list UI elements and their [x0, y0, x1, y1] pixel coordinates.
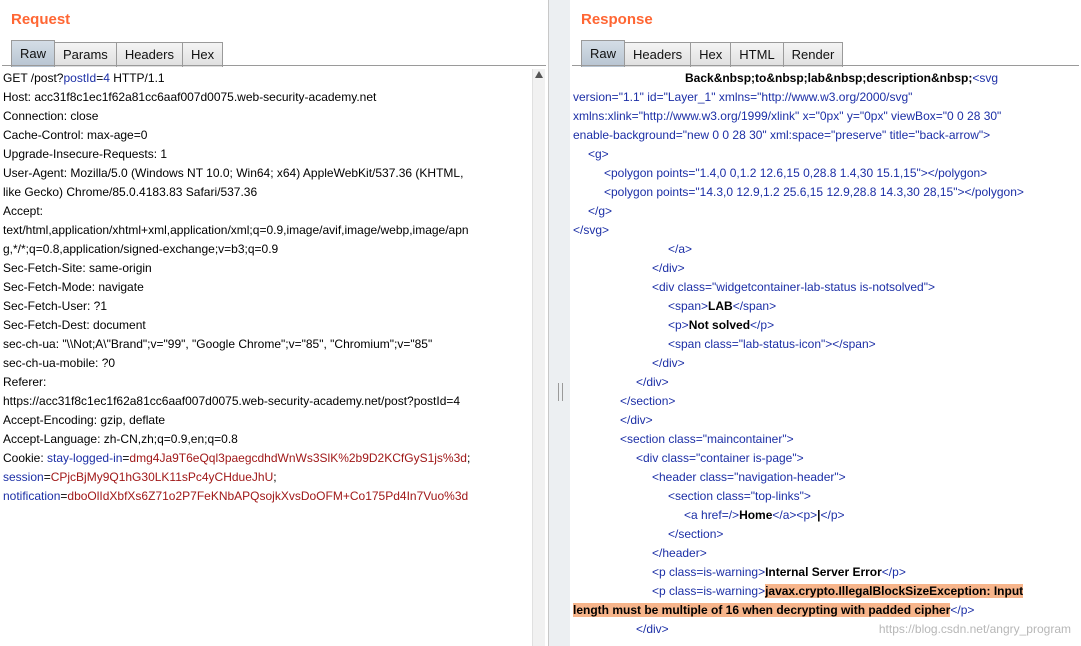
cookie-line: Cookie: stay-logged-in=dmg4Ja9T6eQql3pae… [3, 451, 471, 465]
header-line: Accept: [3, 204, 44, 218]
request-scrollbar[interactable] [532, 69, 545, 646]
code-line: <p>Not solved</p> [668, 318, 775, 332]
request-title: Request [11, 11, 71, 28]
request-tab-headers[interactable]: Headers [115, 42, 183, 67]
code-line: </a> [668, 242, 693, 256]
header-line: User-Agent: Mozilla/5.0 (Windows NT 10.0… [3, 166, 464, 180]
header-line: Upgrade-Insecure-Requests: 1 [3, 147, 168, 161]
response-tabs: Raw Headers Hex HTML Render [581, 40, 844, 67]
response-tab-render[interactable]: Render [782, 42, 844, 67]
splitter-grip-icon[interactable] [558, 383, 563, 401]
code-line: </header> [652, 546, 707, 560]
cookie-line: session=CPjcBjMy9Q1hG30LK11sPc4yCHdueJhU… [3, 470, 277, 484]
code-line: <div class="container is-page"> [636, 451, 804, 465]
code-line: </div> [620, 413, 653, 427]
response-tab-hex[interactable]: Hex [690, 42, 732, 67]
code-line: </section> [620, 394, 676, 408]
code-line: <p class=is-warning>javax.crypto.Illegal… [652, 584, 1024, 598]
response-tab-headers[interactable]: Headers [624, 42, 692, 67]
header-line: https://acc31f8c1ec1f62a81cc6aaf007d0075… [3, 394, 461, 408]
code-line: </div> [652, 261, 685, 275]
code-line: length must be multiple of 16 when decry… [573, 603, 975, 617]
pane-splitter[interactable] [548, 0, 572, 646]
code-line: <polygon points="14.3,0 12.9,1.2 25.6,15… [604, 185, 1024, 199]
header-line: Accept-Encoding: gzip, deflate [3, 413, 166, 427]
code-line: <span class="lab-status-icon"></span> [668, 337, 876, 351]
request-pane: Request Raw Params Headers Hex GET /post… [0, 0, 548, 646]
request-tab-underline [2, 65, 546, 66]
watermark: https://blog.csdn.net/angry_program [878, 622, 1071, 636]
header-line: Cache-Control: max-age=0 [3, 128, 148, 142]
code-line: <a href=/>Home</a><p>|</p> [684, 508, 845, 522]
code-line: </div> [636, 375, 669, 389]
code-line: </g> [588, 204, 613, 218]
response-pane: Response Raw Headers Hex HTML Render Bac… [570, 0, 1081, 646]
code-line: </section> [668, 527, 724, 541]
scroll-up-arrow-icon[interactable] [535, 71, 543, 78]
header-line: like Gecko) Chrome/85.0.4183.83 Safari/5… [3, 185, 258, 199]
code-line: enable-background="new 0 0 28 30" xml:sp… [573, 128, 991, 142]
code-line: xmlns:xlink="http://www.w3.org/1999/xlin… [573, 109, 1002, 123]
header-line: Connection: close [3, 109, 99, 123]
header-line: Sec-Fetch-Dest: document [3, 318, 146, 332]
error-highlight: length must be multiple of 16 when decry… [573, 603, 951, 617]
code-line: Back&nbsp;to&nbsp;lab&nbsp;description&n… [685, 71, 999, 85]
header-line: sec-ch-ua-mobile: ?0 [3, 356, 116, 370]
request-line: GET /post?postId=4 HTTP/1.1 [3, 71, 165, 85]
code-line: </div> [652, 356, 685, 370]
request-tabs: Raw Params Headers Hex [11, 40, 224, 67]
response-tab-html[interactable]: HTML [730, 42, 784, 67]
code-line: <section class="maincontainer"> [620, 432, 794, 446]
response-title: Response [581, 11, 653, 28]
header-line: g,*/*;q=0.8,application/signed-exchange;… [3, 242, 279, 256]
code-line: version="1.1" id="Layer_1" xmlns="http:/… [573, 90, 913, 104]
code-line: <polygon points="1.4,0 0,1.2 12.6,15 0,2… [604, 166, 988, 180]
code-line: <p class=is-warning>Internal Server Erro… [652, 565, 906, 579]
cookie-line: notification=dboOlIdXbfXs6Z71o2P7FeKNbAP… [3, 489, 469, 503]
header-line: Sec-Fetch-User: ?1 [3, 299, 108, 313]
code-line: <header class="navigation-header"> [652, 470, 846, 484]
response-tab-underline [572, 65, 1079, 66]
header-line: text/html,application/xhtml+xml,applicat… [3, 223, 469, 237]
header-line: Referer: [3, 375, 47, 389]
request-tab-hex[interactable]: Hex [181, 42, 224, 67]
header-line: Sec-Fetch-Site: same-origin [3, 261, 152, 275]
header-line: Accept-Language: zh-CN,zh;q=0.9,en;q=0.8 [3, 432, 238, 446]
request-tab-raw[interactable]: Raw [11, 40, 56, 67]
request-editor[interactable]: GET /post?postId=4 HTTP/1.1 Host: acc31f… [2, 69, 531, 646]
header-line: sec-ch-ua: "\\Not;A\"Brand";v="99", "Goo… [3, 337, 433, 351]
header-line: Host: acc31f8c1ec1f62a81cc6aaf007d0075.w… [3, 90, 377, 104]
code-line: <section class="top-links"> [668, 489, 811, 503]
code-line: </svg> [573, 223, 610, 237]
header-line: Sec-Fetch-Mode: navigate [3, 280, 144, 294]
code-line: <g> [588, 147, 609, 161]
code-line: <div class="widgetcontainer-lab-status i… [652, 280, 936, 294]
error-highlight: javax.crypto.IllegalBlockSizeException: … [765, 584, 1024, 598]
response-tab-raw[interactable]: Raw [581, 40, 626, 67]
request-tab-params[interactable]: Params [54, 42, 117, 67]
code-line: <span>LAB</span> [668, 299, 777, 313]
response-editor[interactable]: Back&nbsp;to&nbsp;lab&nbsp;description&n… [572, 69, 1081, 646]
